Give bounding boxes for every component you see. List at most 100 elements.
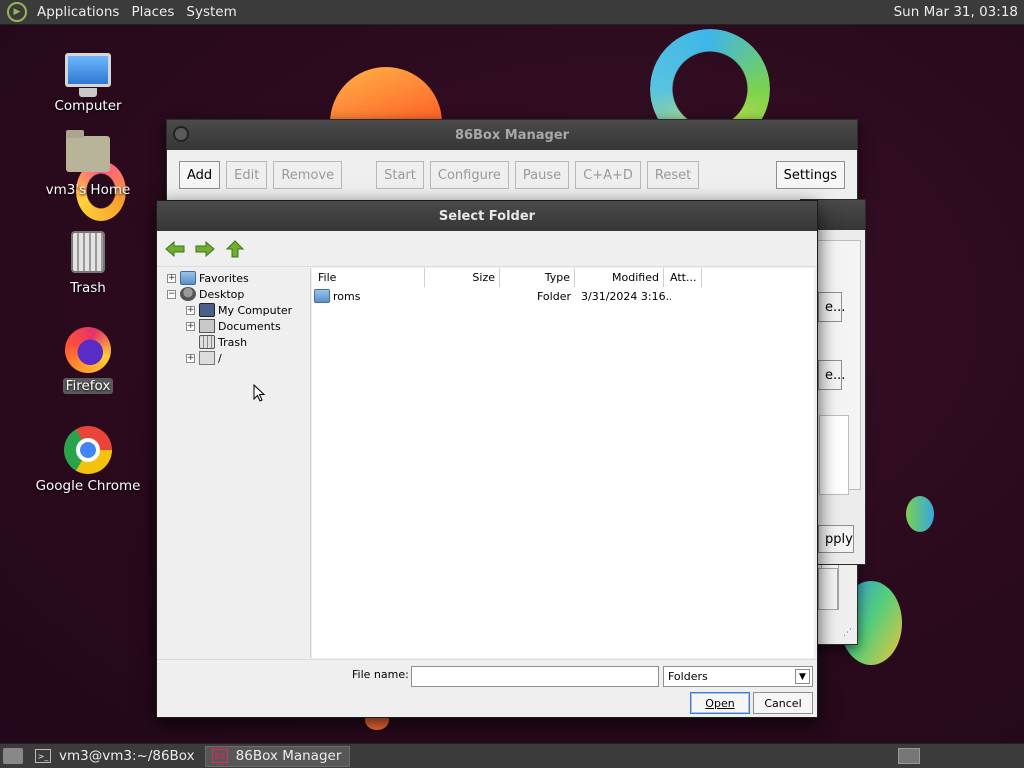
file-type-selected: Folders (668, 670, 708, 683)
add-button[interactable]: Add (179, 161, 221, 189)
settings-browse-button-2[interactable]: e... (818, 360, 845, 390)
collapse-icon[interactable]: − (167, 289, 176, 299)
column-header-attributes[interactable]: Att... (664, 268, 702, 287)
open-button-label: Open (705, 696, 735, 710)
open-button[interactable]: Open (690, 692, 750, 714)
column-header-type[interactable]: Type (500, 268, 575, 287)
folder-icon (314, 289, 330, 303)
trash-icon (199, 335, 215, 349)
file-name-input[interactable] (411, 666, 659, 687)
remove-button[interactable]: Remove (273, 161, 343, 189)
pause-button[interactable]: Pause (514, 161, 570, 189)
top-panel: ▶ Applications Places System Sun Mar 31,… (0, 0, 1024, 25)
computer-icon (199, 303, 215, 317)
forward-arrow-icon[interactable] (193, 239, 217, 259)
wallpaper-green-blob (906, 496, 934, 532)
nav-toolbar (157, 231, 817, 267)
file-modified-cell: 3/31/2024 3:16... (581, 289, 671, 303)
task-label: vm3@vm3:~/86Box (59, 748, 195, 764)
reset-button[interactable]: Reset (646, 161, 700, 189)
file-list[interactable]: File Size Type Modified Att... roms Fold… (312, 268, 814, 658)
settings-button[interactable]: Settings (775, 161, 845, 189)
tree-item-documents[interactable]: + Documents (186, 318, 281, 334)
show-desktop-icon[interactable] (3, 748, 23, 764)
file-type-select[interactable]: Folders ▼ (663, 666, 813, 687)
distro-logo-icon[interactable]: ▶ (7, 2, 27, 22)
dialog-footer: File name: Folders ▼ Open Cancel (157, 659, 817, 717)
start-button[interactable]: Start (376, 161, 424, 189)
desktop-icon-home[interactable]: vm3's Home (28, 130, 148, 198)
menu-system[interactable]: System (182, 4, 244, 20)
expand-icon[interactable]: + (186, 353, 195, 363)
mouse-cursor-icon (253, 384, 265, 402)
settings-text-area[interactable] (819, 415, 849, 495)
desktop-icon-chrome[interactable]: Google Chrome (28, 426, 148, 494)
chevron-down-icon[interactable]: ▼ (795, 669, 810, 684)
tree-item-label: Desktop (199, 287, 245, 301)
dialog-titlebar[interactable]: Select Folder (157, 201, 817, 231)
dialog-title: Select Folder (438, 208, 536, 224)
expand-icon[interactable]: + (186, 305, 195, 315)
menu-applications[interactable]: Applications (33, 4, 127, 20)
column-header-modified[interactable]: Modified (575, 268, 664, 287)
file-list-header: File Size Type Modified Att... (312, 268, 814, 287)
panel-clock[interactable]: Sun Mar 31, 03:18 (894, 4, 1024, 20)
86box-icon: 86 (211, 749, 228, 763)
desktop-icon-label: vm3's Home (45, 182, 131, 198)
window-menu-icon[interactable] (173, 126, 189, 142)
desktop-icon-label: Computer (54, 98, 122, 114)
workspace-switcher[interactable] (898, 748, 920, 764)
desktop-icon (180, 287, 196, 301)
tree-item-label: My Computer (218, 303, 293, 317)
task-86box-manager[interactable]: 86 86Box Manager (204, 745, 351, 767)
desktop-icon-trash[interactable]: Trash (28, 228, 148, 296)
computer-icon (65, 53, 111, 97)
settings-browse-button-1[interactable]: e... (818, 292, 845, 322)
tree-item-root[interactable]: + / (186, 350, 222, 366)
task-label: 86Box Manager (235, 748, 342, 764)
expand-icon[interactable]: + (167, 273, 176, 283)
manager-titlebar[interactable]: 86Box Manager (167, 120, 857, 150)
back-arrow-icon[interactable] (163, 239, 187, 259)
up-arrow-icon[interactable] (223, 239, 247, 259)
settings-lower-panel (818, 568, 838, 610)
terminal-icon: >_ (35, 749, 51, 763)
expand-icon[interactable]: + (186, 321, 195, 331)
menu-places[interactable]: Places (127, 4, 182, 20)
tree-item-label: / (218, 351, 222, 365)
home-folder-icon (66, 130, 110, 172)
column-header-file[interactable]: File (312, 268, 425, 287)
documents-icon (199, 319, 215, 333)
manager-toolbar: Add Edit Remove Start Configure Pause C+… (167, 150, 857, 200)
folder-tree: + Favorites − Desktop + My Computer + Do… (161, 268, 311, 658)
settings-apply-button[interactable]: pply (818, 525, 854, 553)
chrome-icon (64, 426, 112, 474)
tree-item-my-computer[interactable]: + My Computer (186, 302, 292, 318)
desktop-icon-label: Firefox (62, 378, 114, 394)
folder-icon (180, 271, 196, 285)
task-terminal[interactable]: >_ vm3@vm3:~/86Box (29, 746, 203, 767)
tree-item-desktop[interactable]: − Desktop (167, 286, 244, 302)
tree-item-label: Trash (218, 335, 248, 349)
firefox-icon (65, 327, 111, 373)
resize-grip-icon[interactable]: ⋰ (843, 628, 855, 640)
cancel-button[interactable]: Cancel (753, 692, 813, 714)
tree-item-label: Documents (218, 319, 281, 333)
file-name-label: File name: (352, 668, 409, 681)
tree-item-label: Favorites (199, 271, 249, 285)
select-folder-dialog: Select Folder + Favorites − Desktop + My… (156, 200, 818, 718)
tree-item-trash[interactable]: Trash (199, 334, 247, 350)
desktop-icon-computer[interactable]: Computer (28, 46, 148, 114)
configure-button[interactable]: Configure (429, 161, 509, 189)
column-header-size[interactable]: Size (425, 268, 500, 287)
tree-item-favorites[interactable]: + Favorites (167, 270, 249, 286)
edit-button[interactable]: Edit (226, 161, 268, 189)
window-title: 86Box Manager (454, 127, 570, 143)
ctrl-alt-del-button[interactable]: C+A+D (575, 161, 641, 189)
file-type-cell: Folder (537, 289, 571, 303)
file-row-roms[interactable]: roms Folder 3/31/2024 3:16... (312, 287, 814, 305)
bottom-taskbar: >_ vm3@vm3:~/86Box 86 86Box Manager (0, 743, 1024, 768)
desktop-icon-firefox[interactable]: Firefox (28, 326, 148, 394)
desktop-icon-label: Trash (70, 280, 106, 296)
drive-icon (199, 351, 215, 365)
